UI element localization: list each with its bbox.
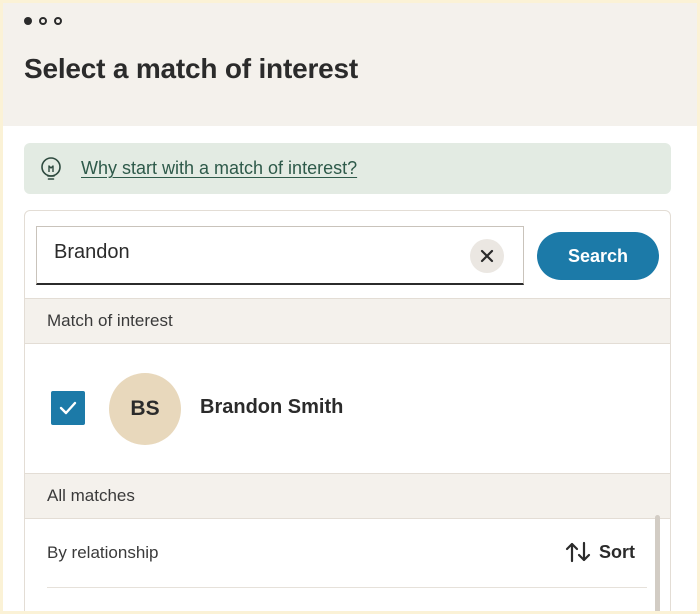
progress-dot [54,17,62,25]
match-checkbox[interactable] [51,391,85,425]
search-input[interactable] [54,241,454,264]
dialog: Select a match of interest Why start wit… [3,3,697,611]
search-field[interactable] [36,226,524,285]
scrollbar[interactable] [655,515,660,611]
more-options-icon[interactable] [24,17,62,25]
sort-button[interactable]: Sort [565,541,635,563]
progress-dot-active [24,17,32,25]
page-title: Select a match of interest [24,53,359,84]
lightbulb-icon [37,155,65,183]
progress-dot [39,17,47,25]
group-label: By relationship [47,543,159,562]
match-name: Brandon Smith [200,396,344,418]
search-button[interactable]: Search [537,232,659,280]
sort-arrows-icon [565,541,591,563]
close-icon [480,249,494,263]
match-selector-panel: Search Match of interest BS Brandon Smit… [24,210,671,611]
dialog-header: Select a match of interest [3,3,697,126]
section-title: All matches [47,486,135,505]
sort-label: Sort [599,541,635,562]
checkmark-icon [59,401,77,415]
info-banner: Why start with a match of interest? [24,143,671,194]
clear-search-button[interactable] [470,239,504,273]
why-start-link[interactable]: Why start with a match of interest? [81,158,357,179]
section-header-match-of-interest: Match of interest [25,298,670,344]
section-header-all-matches: All matches [25,473,670,519]
avatar: BS [109,373,181,445]
relationship-group-row: By relationship Sort [47,519,647,588]
selected-match-row[interactable]: BS Brandon Smith [25,345,670,473]
section-title: Match of interest [47,311,173,330]
